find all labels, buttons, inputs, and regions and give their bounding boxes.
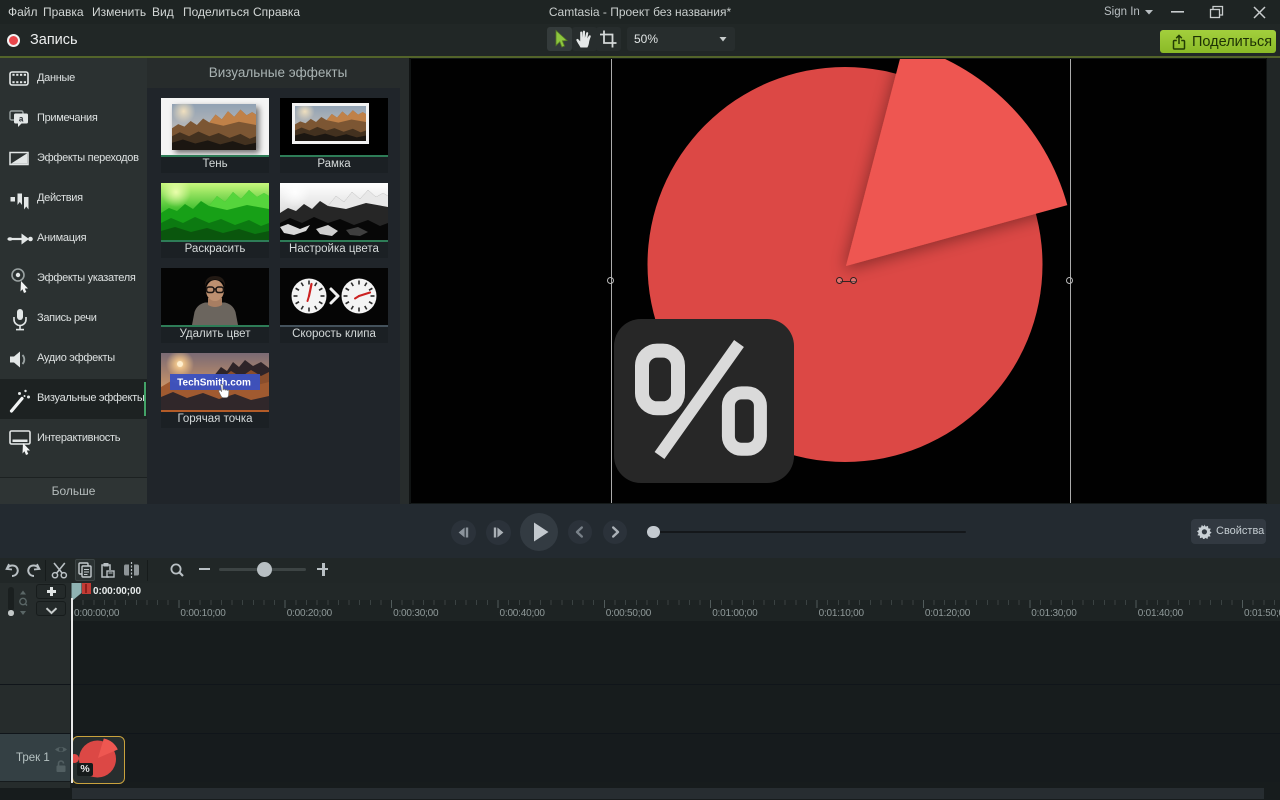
svg-text:TechSmith.com: TechSmith.com [177, 378, 251, 389]
